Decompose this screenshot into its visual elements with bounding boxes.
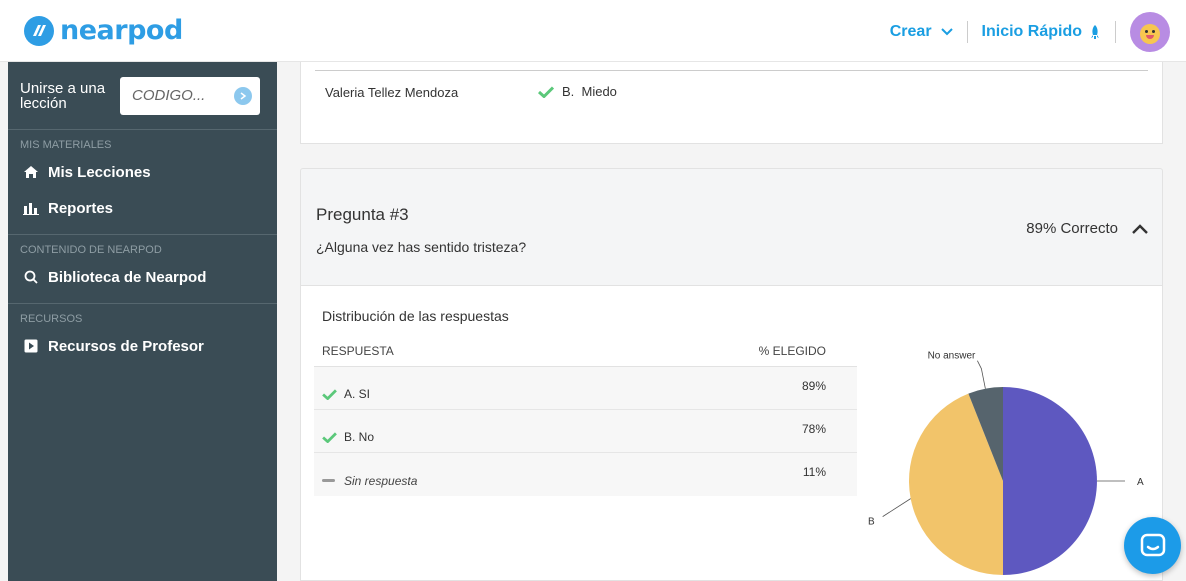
- question-results: Distribución de las respuestas RESPUESTA…: [300, 286, 1163, 581]
- rocket-icon: [1091, 25, 1099, 39]
- question-header[interactable]: Pregunta #3 ¿Alguna vez has sentido tris…: [300, 168, 1163, 286]
- table-header: RESPUESTA % ELEGIDO: [314, 335, 857, 367]
- code-input[interactable]: [132, 87, 227, 104]
- table-row: B. No 78%: [314, 410, 857, 453]
- play-icon: [22, 339, 40, 353]
- join-submit-button[interactable]: [234, 86, 252, 105]
- sidebar-item-label: Recursos de Profesor: [48, 337, 204, 355]
- question-score: 89% Correcto: [1026, 220, 1118, 237]
- code-box: [120, 76, 260, 115]
- bar-chart-icon: [22, 201, 40, 215]
- sidebar-item-teacher-resources[interactable]: Recursos de Profesor: [8, 328, 277, 364]
- user-avatar[interactable]: [1130, 12, 1170, 52]
- sidebar: Unirse a una lección MIS MATERIALES Mis …: [8, 62, 277, 581]
- check-icon: [322, 431, 337, 443]
- row-divider: [315, 70, 1148, 71]
- home-icon: [22, 165, 40, 179]
- join-lesson: Unirse a una lección: [8, 62, 277, 130]
- student-answer-text: B. Miedo: [562, 84, 617, 99]
- previous-question-card: Valeria Tellez Mendoza B. Miedo: [300, 62, 1163, 144]
- question-score-toggle[interactable]: 89% Correcto: [1026, 220, 1148, 237]
- table-row: Sin respuesta 11%: [314, 453, 857, 496]
- create-menu[interactable]: Crear: [890, 23, 953, 41]
- chevron-down-icon: [940, 28, 953, 36]
- student-answer: B. Miedo: [538, 84, 617, 99]
- check-icon: [538, 85, 554, 98]
- header-divider: [966, 21, 968, 43]
- dash-icon: [322, 479, 335, 482]
- answer-percent: 78%: [801, 422, 826, 436]
- chat-icon: [1140, 533, 1165, 556]
- answer-percent: 11%: [802, 465, 826, 479]
- student-name: Valeria Tellez Mendoza: [325, 85, 459, 100]
- question-title: Pregunta #3: [316, 205, 409, 224]
- check-icon: [322, 388, 337, 400]
- pie-slice-0: [1003, 387, 1097, 575]
- quick-start-label: Inicio Rápido: [981, 23, 1082, 40]
- answer-label: A. SI: [344, 387, 371, 401]
- join-lesson-label: Unirse a una lección: [20, 79, 106, 112]
- pie-label: B: [868, 517, 875, 528]
- nearpod-logo[interactable]: nearpod: [24, 15, 183, 46]
- pie-leader-line: [977, 360, 986, 389]
- table-row: A. SI 89%: [314, 367, 857, 410]
- arrow-right-icon: [240, 91, 247, 100]
- sidebar-item-nearpod-library[interactable]: Biblioteca de Nearpod: [8, 259, 277, 295]
- sidebar-item-label: Mis Lecciones: [48, 163, 151, 181]
- nearpod-logo-icon: [24, 15, 54, 46]
- sidebar-item-label: Biblioteca de Nearpod: [48, 268, 207, 286]
- pie-leader-line: [882, 498, 911, 517]
- header-divider: [1115, 21, 1116, 43]
- quick-start-link[interactable]: Inicio Rápido: [982, 23, 1101, 41]
- answer-label: B. No: [344, 430, 375, 444]
- chevron-up-icon: [1132, 223, 1148, 234]
- logo-text: nearpod: [60, 15, 183, 46]
- distribution-title: Distribución de las respuestas: [322, 308, 509, 324]
- question-text: ¿Alguna vez has sentido tristeza?: [316, 239, 527, 255]
- sidebar-item-reports[interactable]: Reportes: [8, 190, 277, 226]
- section-title-resources: RECURSOS: [20, 313, 83, 325]
- top-header: nearpod Crear Inicio Rápido: [0, 0, 1186, 62]
- main-content: Valeria Tellez Mendoza B. Miedo Pregunta…: [300, 62, 1163, 581]
- pie-label: No answer: [928, 351, 976, 362]
- answer-table: RESPUESTA % ELEGIDO A. SI 89% B. No 78%: [314, 335, 857, 496]
- search-icon: [22, 270, 40, 284]
- chat-support-button[interactable]: [1124, 517, 1181, 574]
- sidebar-item-label: Reportes: [48, 199, 114, 217]
- sidebar-item-my-lessons[interactable]: Mis Lecciones: [8, 154, 277, 190]
- answer-label: Sin respuesta: [344, 473, 418, 488]
- section-title-nearpod-content: CONTENIDO DE NEARPOD: [20, 244, 162, 256]
- create-label: Crear: [889, 23, 932, 40]
- answer-percent: 89%: [801, 379, 826, 393]
- column-header-answer: RESPUESTA: [322, 343, 394, 358]
- column-header-percent: % ELEGIDO: [758, 343, 826, 358]
- section-title-materials: MIS MATERIALES: [20, 139, 112, 151]
- pie-label: A: [1137, 477, 1144, 488]
- answer-pie-chart: A B No answer: [861, 326, 1161, 581]
